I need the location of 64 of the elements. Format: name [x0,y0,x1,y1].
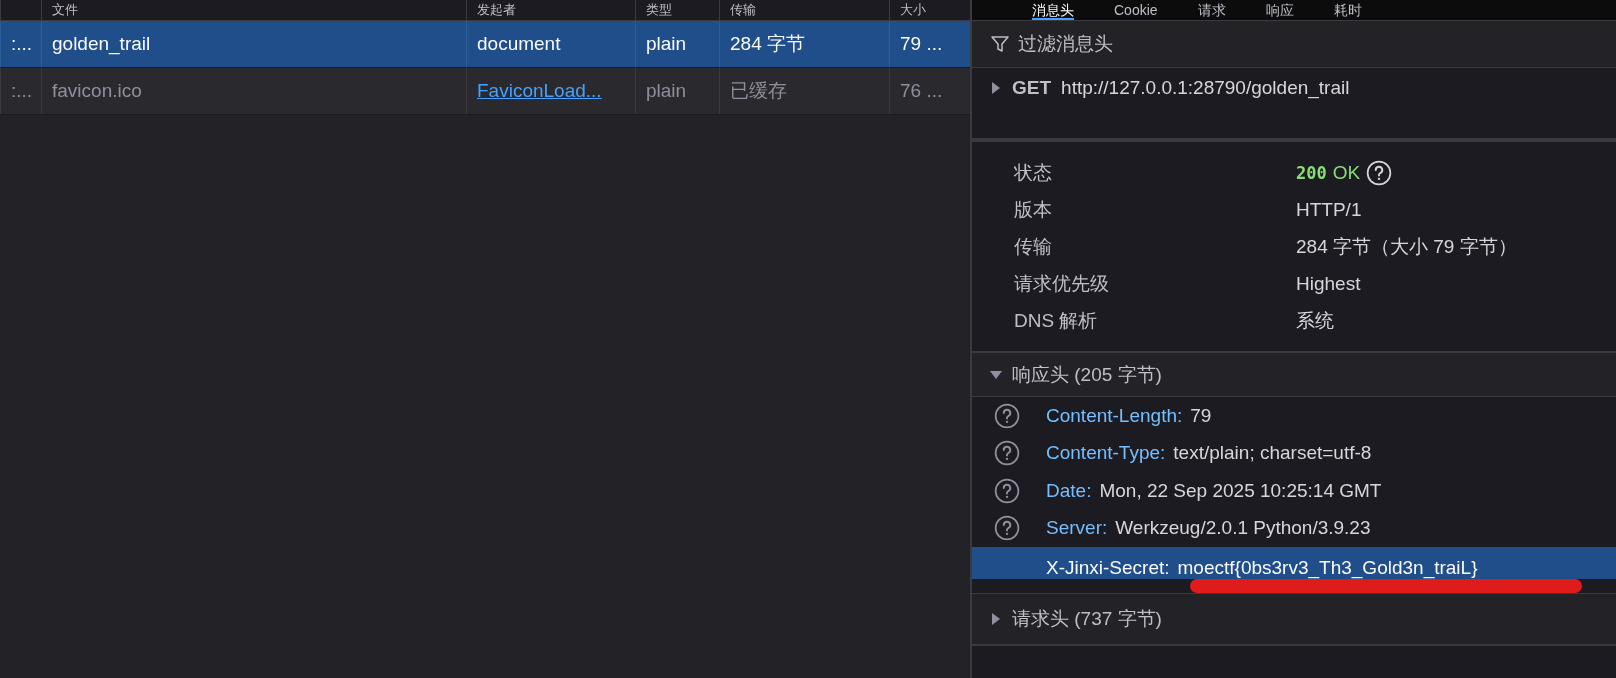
status-text: OK [1332,161,1361,184]
size: 79 ... [900,33,943,55]
panel-tab[interactable]: Cookie [1114,0,1158,20]
section-title: 响应头 (205 字节) [1012,362,1162,387]
help-icon[interactable] [994,440,1020,467]
column-header[interactable]: 传输 [719,0,889,20]
summary-value: HTTP/1 [1296,198,1363,222]
summary-label: DNS 解析 [1014,309,1099,333]
initiator: document [477,33,561,55]
header-value: moectf{0bs3rv3_Th3_Gold3n_traiL} [1177,557,1478,579]
help-icon[interactable] [994,515,1020,542]
summary-label: 状态 [1014,161,1053,185]
request-url: http://127.0.0.1:28790/golden_trail [1061,77,1350,99]
request-headers-section[interactable]: 请求头 (737 字节) [972,593,1616,645]
type: plain [646,33,687,55]
size: 76 ... [900,80,943,102]
help-icon[interactable] [994,477,1020,504]
request-line[interactable]: GET http://127.0.0.1:28790/golden_trail [972,68,1616,108]
summary-label: 版本 [1014,198,1053,222]
request-row[interactable]: :... golden_trail document plain 284 字节 79 ... [0,21,970,68]
file-name: favicon.ico [52,80,142,102]
header-name: X-Jinxi-Secret: [1046,557,1170,579]
header-row[interactable]: X-Jinxi-Secret: moectf{0bs3rv3_Th3_Gold3n_traiL} [972,547,1616,579]
type: plain [646,80,687,102]
filter-icon [990,34,1010,54]
request-method: GET [1012,77,1052,99]
header-name: Server: [1046,517,1108,540]
collapse-triangle-icon[interactable] [990,368,1002,381]
header-value: Mon, 22 Sep 2025 10:25:14 GMT [1099,479,1382,502]
column-header[interactable]: 文件 [41,0,466,20]
column-header[interactable]: 发起者 [466,0,635,20]
status-code: 200 [1296,162,1327,183]
header-value: text/plain; charset=utf-8 [1173,442,1372,465]
summary-value: 系统 [1296,309,1335,333]
header-row[interactable]: Server: Werkzeug/2.0.1 Python/3.9.23 [972,509,1616,547]
request-row[interactable]: :... favicon.ico FaviconLoad... plain 已缓存 76 ... [0,68,970,115]
summary-value: Highest [1296,272,1362,296]
transfer: 284 字节 [730,32,805,56]
panel-tab[interactable]: 请求 [1197,0,1226,20]
header-value: 79 [1190,404,1212,427]
header-name: Content-Type: [1046,442,1166,465]
column-header[interactable]: 类型 [635,0,719,20]
summary-label: 传输 [1014,235,1053,259]
response-headers-section[interactable]: 响应头 (205 字节) [972,351,1616,397]
transfer: 已缓存 [730,79,787,103]
header-row[interactable]: Content-Length: 79 [972,397,1616,435]
header-row[interactable]: Content-Type: text/plain; charset=utf-8 [972,434,1616,472]
summary-value: 284 字节（大小 79 字节） [1296,235,1518,259]
column-header[interactable]: 大小 [889,0,970,20]
summary-label: 请求优先级 [1014,272,1110,296]
expand-triangle-icon[interactable] [990,82,1002,94]
help-icon[interactable] [994,402,1020,429]
file-name: golden_trail [52,33,151,55]
table-cell: :... [11,33,33,55]
header-value: Werkzeug/2.0.1 Python/3.9.23 [1115,517,1371,540]
panel-tab[interactable]: 响应 [1265,0,1294,20]
initiator-link[interactable]: FaviconLoad... [477,80,602,102]
section-title: 请求头 (737 字节) [1012,607,1162,631]
expand-triangle-icon[interactable] [990,613,1002,625]
table-cell: :... [11,80,33,102]
panel-tab[interactable]: 耗时 [1333,0,1362,20]
header-row[interactable]: Date: Mon, 22 Sep 2025 10:25:14 GMT [972,472,1616,510]
header-name: Content-Length: [1046,404,1183,427]
header-name: Date: [1046,479,1092,502]
